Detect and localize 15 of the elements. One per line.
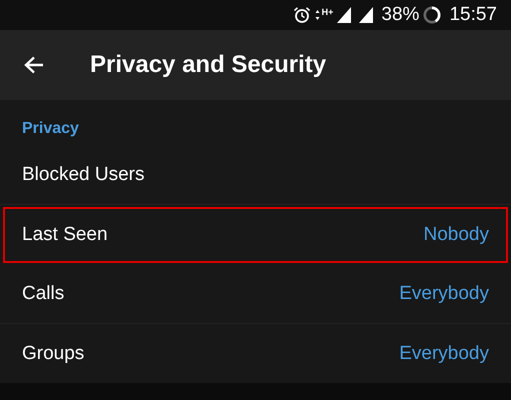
clock-time: 15:57 (449, 4, 497, 26)
screen-title: Privacy and Security (90, 51, 326, 79)
back-arrow-icon[interactable] (24, 56, 44, 74)
settings-row[interactable]: Calls Everybody (0, 265, 511, 324)
section-header: Privacy (21, 120, 80, 138)
settings-row[interactable]: Last Seen Nobody (3, 207, 508, 263)
battery-ring-icon (423, 6, 442, 24)
alarm-clock-icon (292, 6, 311, 24)
settings-row[interactable]: Groups Everybody (0, 324, 511, 383)
signal-icon (337, 7, 352, 23)
network-type: H+ (322, 7, 334, 17)
signal-icon (359, 7, 374, 23)
settings-row[interactable]: Blocked Users (0, 146, 511, 205)
data-arrows-icon (314, 9, 320, 21)
battery-percentage: 38% (381, 4, 420, 26)
